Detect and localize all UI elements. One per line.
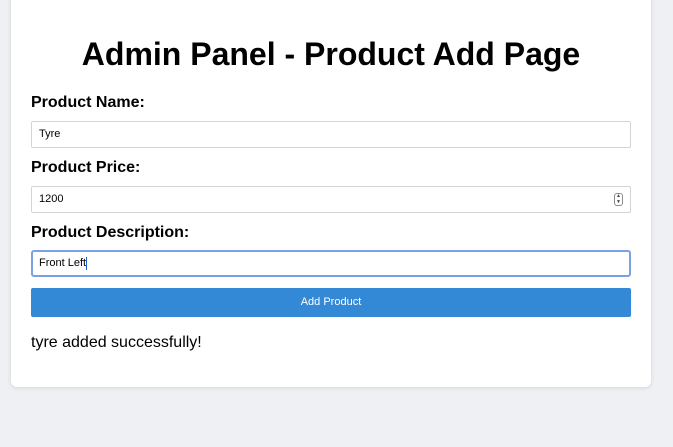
add-product-button[interactable]: Add Product: [31, 288, 631, 317]
product-name-label: Product Name:: [31, 94, 145, 111]
number-stepper-icon[interactable]: ▲ ▼: [614, 193, 623, 206]
product-form-card: Admin Panel - Product Add Page Product N…: [11, 0, 651, 387]
text-caret: [86, 256, 88, 270]
product-name-input[interactable]: Tyre: [31, 121, 631, 148]
product-description-value: Front Left: [39, 257, 87, 269]
stepper-down-icon[interactable]: ▼: [616, 199, 621, 205]
status-message: tyre added successfully!: [31, 334, 202, 351]
product-name-value: Tyre: [39, 128, 61, 140]
page-title: Admin Panel - Product Add Page: [81, 36, 581, 72]
product-description-input[interactable]: Front Left: [31, 250, 631, 277]
product-price-input[interactable]: 1200 ▲ ▼: [31, 186, 631, 213]
product-description-label: Product Description:: [31, 224, 190, 241]
product-price-value: 1200: [39, 193, 64, 205]
product-price-label: Product Price:: [31, 159, 141, 176]
